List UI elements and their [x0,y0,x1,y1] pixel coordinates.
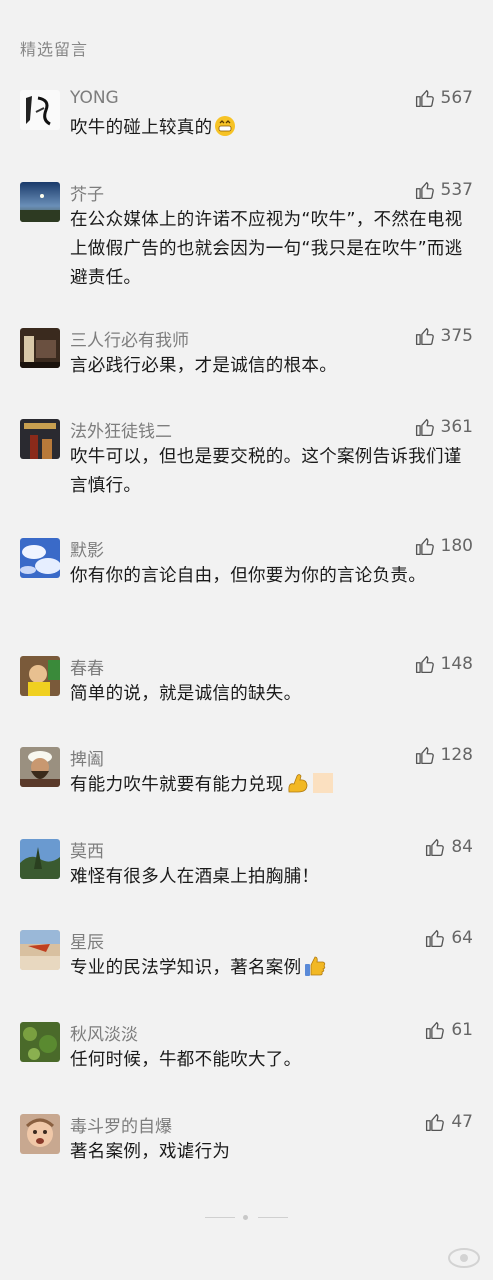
thumb-up-icon [424,1020,445,1041]
like-count: 361 [440,417,473,437]
comment-nickname: 默影 [70,541,104,561]
end-of-list-divider [0,1212,493,1222]
thumb-up-icon [414,326,435,347]
comment-nickname: 莫西 [70,842,104,862]
avatar[interactable] [20,328,60,368]
avatar[interactable] [20,839,60,879]
thumb-up-icon [414,180,435,201]
like-count: 537 [440,180,473,200]
divider-dot [243,1215,248,1220]
comment-nickname: YONG [70,88,119,108]
avatar[interactable] [20,538,60,578]
comment-text: 吹牛可以，但也是要交税的。这个案例告诉我们谨言慎行。 [70,447,462,496]
like-button[interactable]: 47 [424,1110,473,1134]
comment-text: 在公众媒体上的许诺不应视为“吹牛”，不然在电视上做假广告的也就会因为一句“我只是… [70,210,463,288]
watermark-logo-icon [448,1248,480,1268]
like-button[interactable]: 61 [424,1018,473,1042]
avatar[interactable] [20,930,60,970]
thumb-up-icon [424,837,445,858]
divider-line [258,1217,288,1218]
like-button[interactable]: 537 [414,178,473,202]
comment-text: 有能力吹牛就要有能力兑现 [70,771,475,804]
comment-text: 难怪有很多人在酒桌上拍胸脯！ [70,867,320,887]
thumb-up-icon [424,928,445,949]
comment-nickname: 毒斗罗的自爆 [70,1117,172,1137]
comment-text: 著名案例，戏谑行为 [70,1142,231,1162]
grin-emoji-icon [214,115,236,147]
like-button[interactable]: 180 [414,534,473,558]
like-button[interactable]: 567 [414,86,473,110]
thumbs-up-emoji-icon [303,955,327,987]
avatar[interactable] [20,182,60,222]
like-button[interactable]: 361 [414,415,473,439]
like-button[interactable]: 148 [414,652,473,676]
comment-nickname: 法外狂徒钱二 [70,422,172,442]
comment-nickname: 三人行必有我师 [70,331,189,351]
comment-text: 简单的说，就是诚信的缺失。 [70,684,302,704]
like-button[interactable]: 64 [424,926,473,950]
comment-nickname: 芥子 [70,185,104,205]
avatar[interactable] [20,1114,60,1154]
comment-nickname: 星辰 [70,933,104,953]
divider-line [205,1217,235,1218]
watermark [447,1246,481,1270]
like-button[interactable]: 128 [414,743,473,767]
like-button[interactable]: 375 [414,324,473,348]
avatar[interactable] [20,1022,60,1062]
thumb-up-icon [414,654,435,675]
section-title: 精选留言 [20,40,89,59]
like-count: 64 [451,928,473,948]
comment-nickname: 秋风淡淡 [70,1025,138,1045]
like-count: 180 [440,536,473,556]
comment-nickname: 捭阖 [70,750,104,770]
like-count: 84 [451,837,473,857]
like-count: 47 [451,1112,473,1132]
comment-text: 任何时候，牛都不能吹大了。 [70,1050,302,1070]
avatar[interactable] [20,656,60,696]
comment-nickname: 春春 [70,659,104,679]
thumb-up-icon [414,88,435,109]
avatar[interactable] [20,90,60,130]
like-count: 148 [440,654,473,674]
thumb-up-icon [414,536,435,557]
comment-text: 你有你的言论自由，但你要为你的言论负责。 [70,566,426,586]
muscle-emoji-icon [286,772,310,804]
like-button[interactable]: 84 [424,835,473,859]
like-count: 375 [440,326,473,346]
like-count: 567 [440,88,473,108]
like-count: 61 [451,1020,473,1040]
thumb-up-icon [424,1112,445,1133]
thumb-up-icon [414,745,435,766]
comment-text: 言必践行必果，才是诚信的根本。 [70,356,337,376]
thumb-up-icon [414,417,435,438]
like-count: 128 [440,745,473,765]
avatar[interactable] [20,419,60,459]
avatar[interactable] [20,747,60,787]
comment-text: 专业的民法学知识，著名案例 [70,954,475,987]
comment-text: 吹牛的碰上较真的 [70,114,475,147]
skin-tone-swatch-icon [312,772,334,804]
